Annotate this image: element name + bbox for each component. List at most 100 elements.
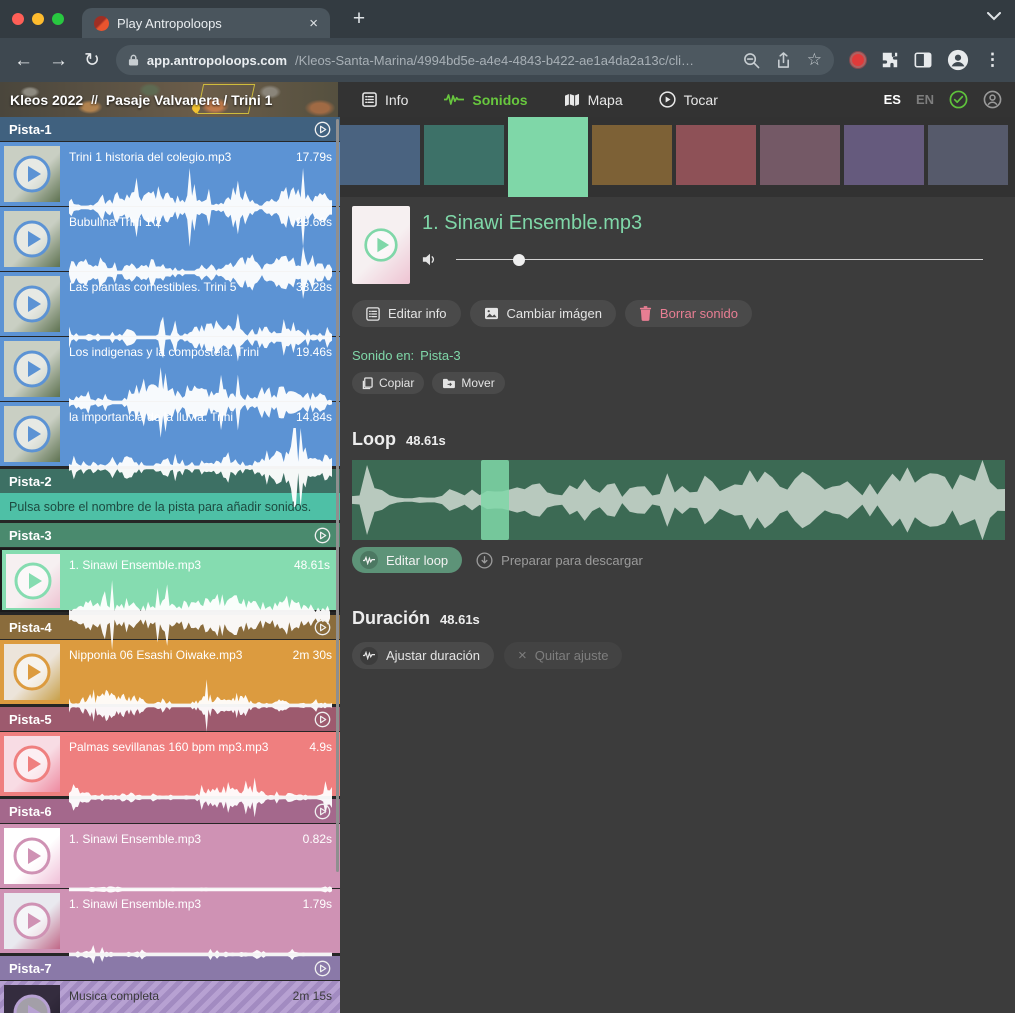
clip-play-icon[interactable]: [12, 154, 52, 194]
tab-search-chevron-icon[interactable]: [987, 12, 1001, 21]
adjust-duration-button[interactable]: Ajustar duración: [352, 642, 494, 669]
clip-play-icon[interactable]: [12, 219, 52, 259]
maximize-window-button[interactable]: [52, 13, 64, 25]
bookmark-star-icon[interactable]: ☆: [807, 50, 822, 70]
sound-clip[interactable]: 1. Sinawi Ensemble.mp30.82s: [0, 824, 340, 888]
track-header[interactable]: Pista-1: [0, 117, 340, 141]
minimize-window-button[interactable]: [32, 13, 44, 25]
forward-button[interactable]: →: [49, 51, 68, 70]
sound-clip[interactable]: Musica completa2m 15s: [0, 981, 340, 1013]
edit-info-button[interactable]: Editar info: [352, 300, 461, 327]
clip-info: 1. Sinawi Ensemble.mp348.61s: [60, 554, 334, 606]
kebab-menu-icon[interactable]: ⋮: [984, 50, 1001, 70]
sound-clip[interactable]: 1. Sinawi Ensemble.mp348.61s: [0, 548, 340, 612]
tab-info[interactable]: Info: [362, 92, 408, 108]
zoom-out-icon[interactable]: [743, 52, 760, 69]
track-name: Pista-7: [9, 961, 52, 976]
tab-close-icon[interactable]: ×: [309, 16, 318, 31]
tab-mapa[interactable]: Mapa: [564, 92, 623, 108]
account-icon[interactable]: [983, 90, 1002, 109]
breadcrumb-path[interactable]: Pasaje Valvanera / Trini 1: [106, 92, 273, 108]
sound-clip[interactable]: 1. Sinawi Ensemble.mp31.79s: [0, 889, 340, 953]
clip-play-icon[interactable]: [12, 993, 52, 1013]
clip-thumbnail[interactable]: [4, 341, 60, 397]
track-color-swatch-4[interactable]: [592, 125, 672, 185]
loop-playhead[interactable]: [481, 460, 509, 540]
edit-loop-button[interactable]: Editar loop: [352, 547, 462, 573]
change-image-button[interactable]: Cambiar imágen: [470, 300, 616, 327]
browser-tab[interactable]: Play Antropoloops ×: [82, 8, 330, 38]
clip-thumbnail[interactable]: [4, 276, 60, 332]
track-play-icon[interactable]: [314, 803, 331, 820]
tab-tocar[interactable]: Tocar: [659, 91, 718, 108]
speaker-icon[interactable]: [422, 252, 438, 267]
copy-button[interactable]: Copiar: [352, 372, 424, 394]
recording-extension-icon[interactable]: [850, 52, 866, 68]
tab-sonidos[interactable]: Sonidos: [444, 92, 527, 108]
clip-thumbnail[interactable]: [4, 893, 60, 949]
delete-sound-button[interactable]: Borrar sonido: [625, 300, 752, 327]
clip-play-icon[interactable]: [12, 652, 52, 692]
profile-avatar-icon[interactable]: [947, 49, 969, 71]
volume-slider-thumb[interactable]: [513, 254, 525, 266]
lang-en-button[interactable]: EN: [916, 92, 934, 107]
reload-button[interactable]: ↻: [84, 51, 100, 70]
sound-clip[interactable]: Las plantas comestibles. Trini 533.28s: [0, 272, 340, 336]
back-button[interactable]: ←: [14, 51, 33, 70]
breadcrumb-project[interactable]: Kleos 2022: [10, 92, 83, 108]
loop-waveform[interactable]: [352, 460, 1005, 540]
track-color-swatch-1[interactable]: [340, 125, 420, 185]
sidebar-scrollbar[interactable]: [336, 119, 339, 872]
sound-clip[interactable]: la importancia de la lluvia. Trini14.84s: [0, 402, 340, 466]
track-play-icon[interactable]: [314, 121, 331, 138]
prepare-download-button[interactable]: Preparar para descargar: [476, 552, 643, 569]
clip-thumbnail[interactable]: [4, 146, 60, 202]
clip-play-icon[interactable]: [12, 349, 52, 389]
track-play-icon[interactable]: [314, 527, 331, 544]
move-button[interactable]: Mover: [432, 372, 504, 394]
track-play-icon[interactable]: [314, 619, 331, 636]
side-panel-icon[interactable]: [914, 51, 932, 69]
clip-thumbnail[interactable]: [4, 644, 60, 700]
track-color-selector: [340, 117, 1015, 197]
clip-thumbnail[interactable]: [6, 554, 60, 608]
clip-thumbnail[interactable]: [4, 736, 60, 792]
clip-thumbnail[interactable]: [4, 985, 60, 1013]
sound-location-link[interactable]: Pista-3: [420, 348, 460, 363]
track-play-icon[interactable]: [314, 960, 331, 977]
sound-detail-panel: 1. Sinawi Ensemble.mp3: [340, 117, 1015, 1013]
new-tab-button[interactable]: +: [344, 4, 374, 34]
sound-clip[interactable]: Palmas sevillanas 160 bpm mp3.mp34.9s: [0, 732, 340, 796]
track-color-swatch-6[interactable]: [760, 125, 840, 185]
sound-play-icon[interactable]: [361, 225, 401, 265]
address-bar[interactable]: app.antropoloops.com/Kleos-Santa-Marina/…: [116, 45, 834, 75]
sound-clip[interactable]: Trini 1 historia del colegio.mp317.79s: [0, 142, 340, 206]
sound-thumbnail[interactable]: [352, 206, 410, 284]
lang-es-button[interactable]: ES: [884, 92, 901, 107]
track-color-swatch-5[interactable]: [676, 125, 756, 185]
sound-clip[interactable]: Bubulina Trini 1\229.68s: [0, 207, 340, 271]
clip-play-icon[interactable]: [12, 284, 52, 324]
clip-play-icon[interactable]: [12, 901, 52, 941]
track-header[interactable]: Pista-3: [0, 523, 340, 547]
track-color-swatch-8[interactable]: [928, 125, 1008, 185]
saved-check-icon[interactable]: [949, 90, 968, 109]
sound-clip[interactable]: Los indigenas y la compostela. Trini19.4…: [0, 337, 340, 401]
clip-play-icon[interactable]: [12, 414, 52, 454]
remove-adjust-button[interactable]: × Quitar ajuste: [504, 642, 622, 669]
track-color-swatch-2[interactable]: [424, 125, 504, 185]
clip-play-icon[interactable]: [12, 744, 52, 784]
volume-slider[interactable]: [456, 253, 983, 267]
close-window-button[interactable]: [12, 13, 24, 25]
clip-thumbnail[interactable]: [4, 211, 60, 267]
clip-play-icon[interactable]: [13, 561, 53, 601]
sound-clip[interactable]: Nipponia 06 Esashi Oiwake.mp32m 30s: [0, 640, 340, 704]
track-color-swatch-7[interactable]: [844, 125, 924, 185]
share-icon[interactable]: [776, 52, 791, 69]
clip-play-icon[interactable]: [12, 836, 52, 876]
clip-thumbnail[interactable]: [4, 828, 60, 884]
clip-thumbnail[interactable]: [4, 406, 60, 462]
extensions-puzzle-icon[interactable]: [881, 51, 899, 69]
track-play-icon[interactable]: [314, 711, 331, 728]
track-color-swatch-3[interactable]: [508, 117, 588, 197]
